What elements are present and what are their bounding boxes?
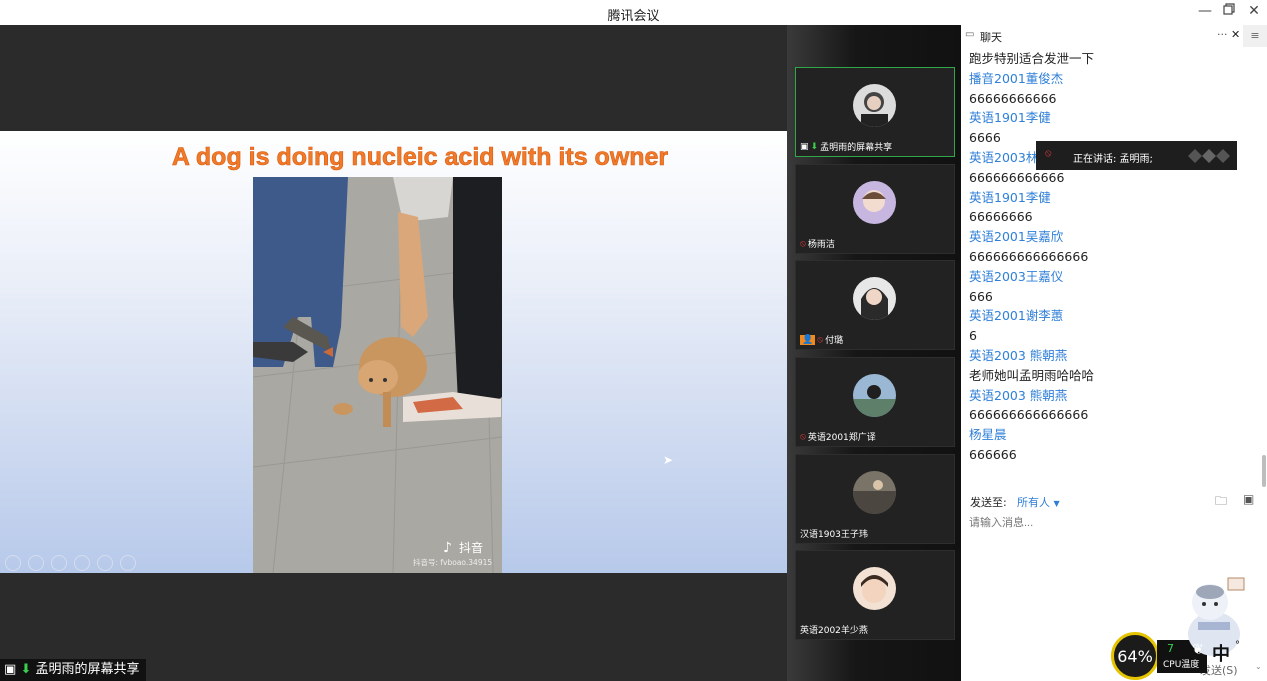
user-badge-icon: 👤 xyxy=(800,334,816,345)
chat-message-list[interactable]: 跑步特别适合发泄一下 播音2001董俊杰 66666666666 英语1901李… xyxy=(969,49,1259,465)
chat-title: 聊天 xyxy=(980,31,1002,44)
chat-sender[interactable]: 英语2001吴嘉欣 xyxy=(969,227,1259,247)
tiktok-account: 抖音号: fvboao.34915 xyxy=(413,558,493,567)
participant-tile[interactable]: 英语2002羊少燕 xyxy=(795,550,955,640)
window-title: 腾讯会议 xyxy=(607,9,660,24)
shared-screen-area: A dog is doing nucleic acid with its own… xyxy=(0,25,787,681)
chat-message-text: 666 xyxy=(969,288,993,304)
chat-sender[interactable]: 播音2001董俊杰 xyxy=(969,69,1259,89)
recipient-value: 所有人 xyxy=(1017,496,1050,509)
presentation-slide: A dog is doing nucleic acid with its own… xyxy=(0,131,787,573)
pen-icon[interactable] xyxy=(51,555,67,571)
participant-name: 英语2002羊少燕 xyxy=(800,626,868,636)
chevron-down-icon: ▼ xyxy=(1053,499,1060,508)
slide-prev-icon[interactable] xyxy=(5,555,21,571)
tiktok-brand: 抖音 xyxy=(459,541,484,555)
screen-share-icon: ▣ xyxy=(800,141,809,152)
chat-sender[interactable]: 英语2001谢李蕙 xyxy=(969,306,1259,326)
mic-muted-icon: ⦸ xyxy=(800,238,806,249)
speaking-text: 正在讲话: 孟明雨; xyxy=(1073,154,1153,165)
avatar xyxy=(853,471,896,514)
speaking-indicator: ⦸ 正在讲话: 孟明雨; xyxy=(1036,141,1237,170)
mouse-cursor-icon: ➤ xyxy=(663,453,674,467)
chat-sender[interactable]: 英语1901李健 xyxy=(969,108,1259,128)
participant-tile[interactable]: 汉语1903王子玮 xyxy=(795,454,955,544)
chat-message-text: 6 xyxy=(969,328,977,344)
title-bar: 腾讯会议 — ✕ xyxy=(0,0,1267,25)
screen-share-icon: ▣ xyxy=(4,662,17,677)
chat-message-text: 666666666666666 xyxy=(969,248,1089,264)
participant-name: 付璐 xyxy=(825,336,844,346)
participant-tile[interactable]: ⦸ 英语2001郑广译 xyxy=(795,357,955,447)
minimize-icon[interactable]: — xyxy=(1196,3,1214,19)
svg-text:♪: ♪ xyxy=(443,540,452,556)
participant-name: 英语2001郑广译 xyxy=(807,433,876,443)
cpu-percent: 64% xyxy=(1117,647,1153,666)
chat-scrollbar[interactable] xyxy=(1262,455,1266,487)
participant-tile[interactable]: ▣ ⬇ 孟明雨的屏幕共享 xyxy=(795,67,955,157)
chat-message-text: 66666666666 xyxy=(969,90,1057,106)
recipient-select[interactable]: 所有人 ▼ xyxy=(1017,494,1060,510)
chat-message-text: 老师她叫孟明雨哈哈哈 xyxy=(969,367,1095,383)
participant-name: 汉语1903王子玮 xyxy=(800,530,868,540)
avatar xyxy=(853,374,896,417)
chat-message-text: 66666666 xyxy=(969,209,1033,225)
restore-icon[interactable] xyxy=(1220,3,1238,19)
send-to-label: 发送至: xyxy=(970,496,1007,509)
slide-next-icon[interactable] xyxy=(28,555,44,571)
slides-icon[interactable] xyxy=(74,555,90,571)
mic-muted-icon: ⦸ xyxy=(1045,148,1052,159)
speaker-avatars-icon xyxy=(1188,149,1230,163)
chat-message-text: 跑步特别适合发泄一下 xyxy=(969,51,1095,66)
participant-tile[interactable]: ⦸ 杨雨洁 xyxy=(795,164,955,254)
chat-sender[interactable]: 英语2003 熊朝燕 xyxy=(969,346,1259,366)
ime-paw-icon[interactable]: ❦ xyxy=(1192,642,1204,658)
avatar xyxy=(853,277,896,320)
ime-mode-indicator[interactable]: 中 xyxy=(1212,640,1230,666)
chat-sender[interactable]: 英语2003 熊朝燕 xyxy=(969,386,1259,406)
chat-message-text: 666666666666 xyxy=(969,169,1065,185)
avatar xyxy=(853,567,896,610)
menu-icon[interactable]: ≡ xyxy=(1243,25,1267,47)
screenshot-icon[interactable]: ▣ xyxy=(1243,492,1254,506)
cpu-usage-widget[interactable]: 64% xyxy=(1111,632,1159,680)
screen-share-label: ▣ ⬇ 孟明雨的屏幕共享 xyxy=(0,659,146,681)
screen-share-text: 孟明雨的屏幕共享 xyxy=(35,662,140,677)
mic-muted-icon: ⦸ xyxy=(817,334,824,345)
chat-header: ▭ 聊天 ··· ✕ ≡ xyxy=(961,25,1267,47)
ime-punct-icon[interactable]: ° xyxy=(1235,640,1240,651)
slide-title: A dog is doing nucleic acid with its own… xyxy=(171,143,669,172)
avatar xyxy=(853,84,896,127)
close-icon[interactable]: ✕ xyxy=(1245,3,1263,19)
file-icon[interactable]: 🗀 xyxy=(1215,492,1227,513)
dog-video-image: ♪ xyxy=(253,177,502,573)
participant-name: 孟明雨的屏幕共享 xyxy=(820,143,893,153)
participant-name: 杨雨洁 xyxy=(807,240,835,250)
participant-strip[interactable]: ▣ ⬇ 孟明雨的屏幕共享 ⦸ 杨雨洁 👤 ⦸ 付璐 ⦸ 英语2001郑广译 汉语… xyxy=(787,25,961,681)
chat-sender[interactable]: 英语1901李健 xyxy=(969,188,1259,208)
video-frame: ♪ 抖音 抖音号: fvboao.34915 xyxy=(253,177,502,573)
chat-sender[interactable]: 杨星晨 xyxy=(969,425,1259,445)
mic-on-icon: ⬇ xyxy=(20,662,32,677)
chat-sender[interactable]: 英语2003王嘉仪 xyxy=(969,267,1259,287)
more-icon[interactable] xyxy=(120,555,136,571)
participant-tile[interactable]: 👤 ⦸ 付璐 xyxy=(795,260,955,350)
chat-icon: ▭ xyxy=(965,29,975,40)
mic-muted-icon: ⦸ xyxy=(800,431,806,442)
mic-on-icon: ⬇ xyxy=(810,141,819,152)
chat-message-text: 666666 xyxy=(969,446,1017,462)
more-options-icon[interactable]: ··· xyxy=(1217,28,1228,41)
avatar xyxy=(853,181,896,224)
zoom-icon[interactable] xyxy=(97,555,113,571)
message-input[interactable] xyxy=(967,512,1251,534)
chat-message-text: 666666666666666 xyxy=(969,407,1089,423)
close-chat-icon[interactable]: ✕ xyxy=(1231,28,1240,41)
